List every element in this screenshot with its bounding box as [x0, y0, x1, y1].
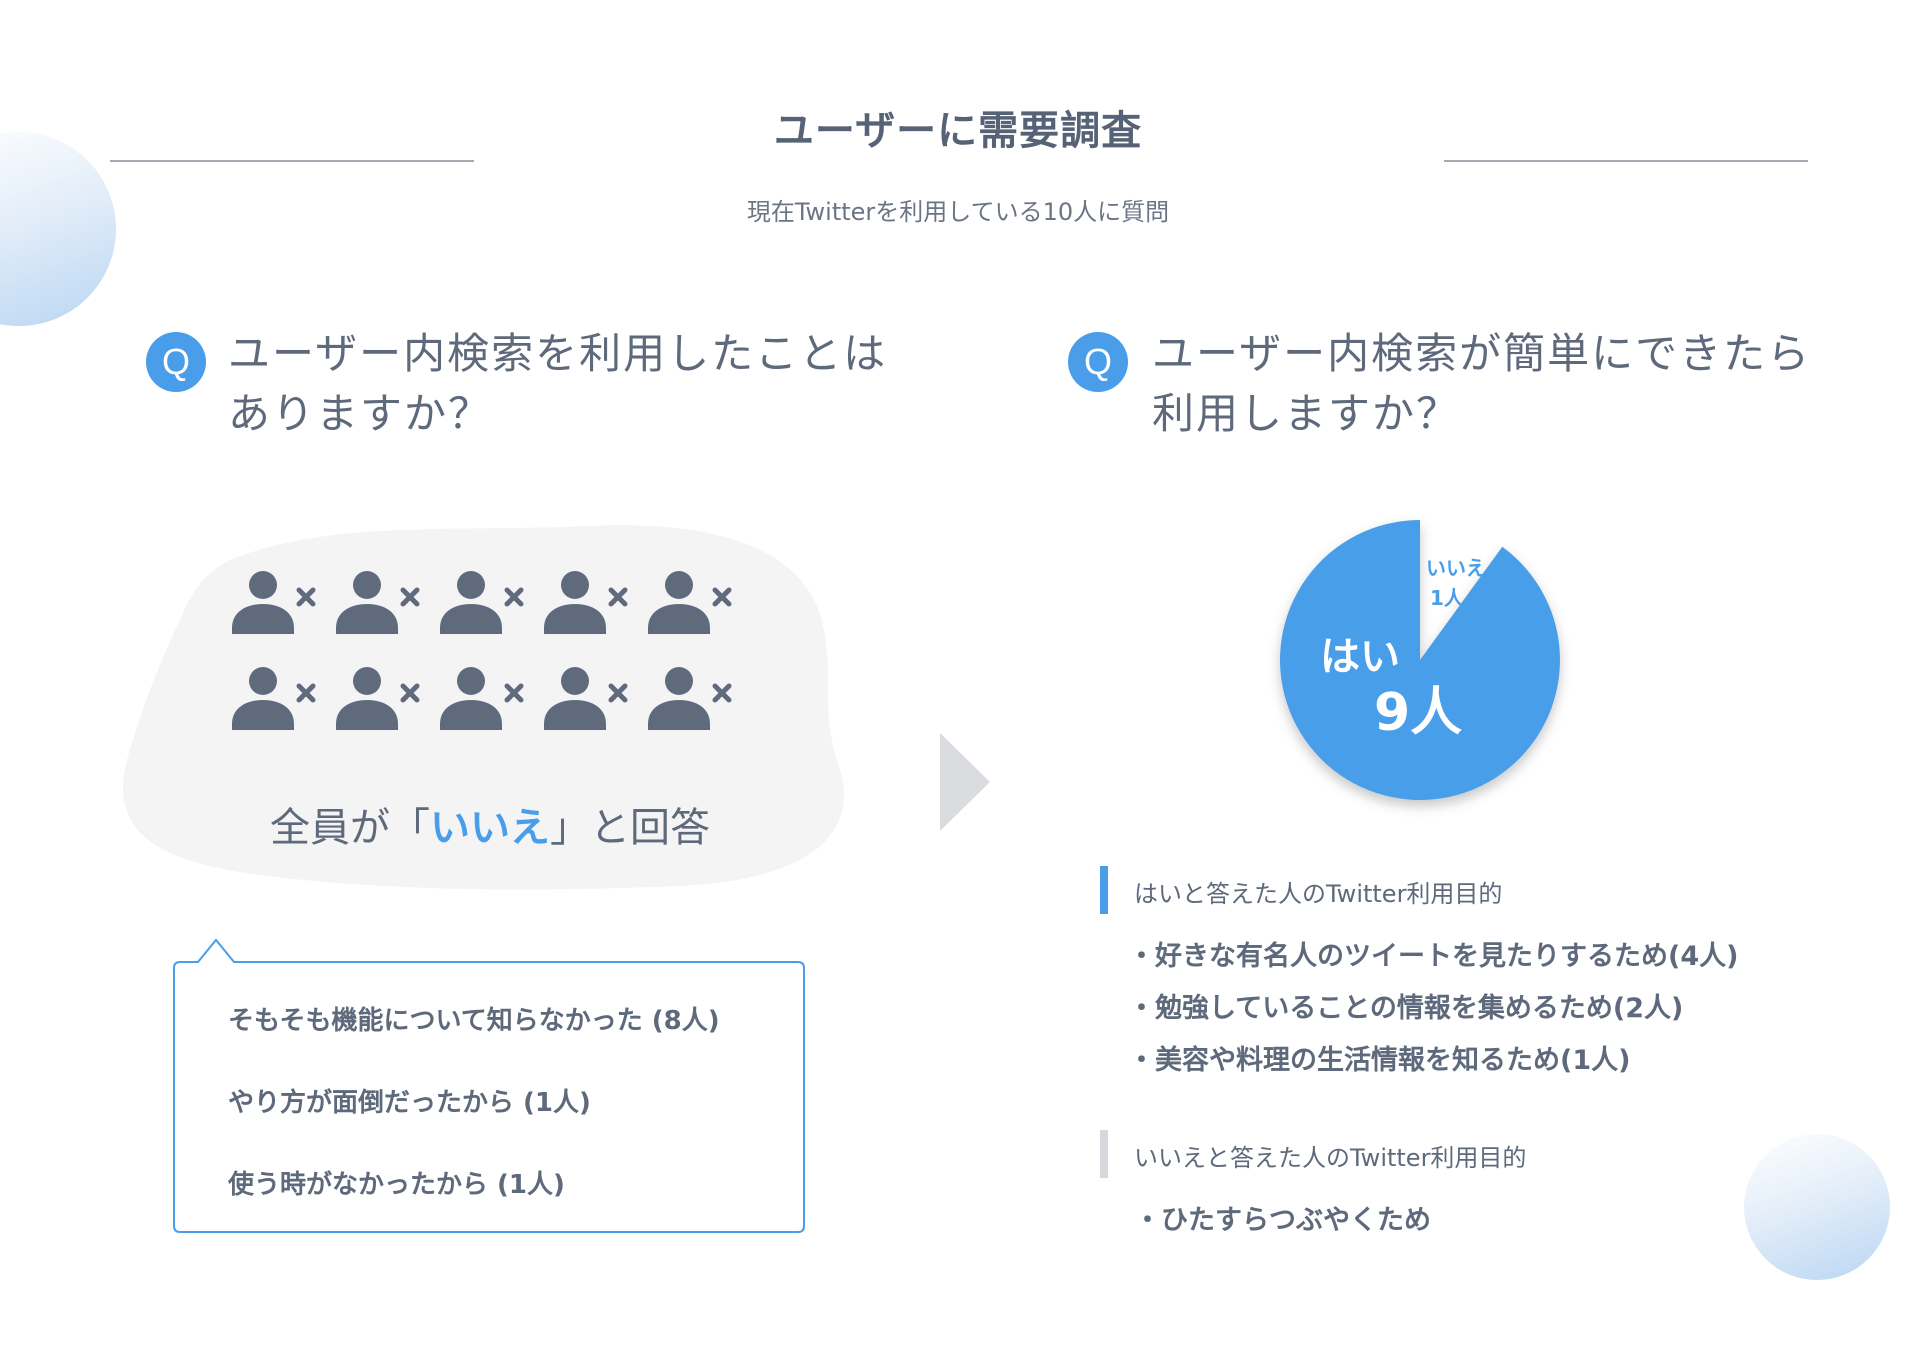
- page-subtitle: 現在Twitterを利用している10人に質問: [746, 198, 1170, 226]
- reason-item: 使う時がなかったから (1人): [228, 1170, 565, 1200]
- person-no-icon: [336, 570, 440, 634]
- pie-count-no: 1人: [1430, 586, 1465, 610]
- yes-purpose-item: ・好きな有名人のツイートを見たりするため(4人): [1128, 941, 1739, 972]
- question-1-badge: Q: [146, 332, 206, 392]
- reason-item: やり方が面倒だったから (1人): [228, 1088, 591, 1118]
- person-no-icon: [648, 570, 752, 634]
- title-rule-left: [110, 160, 474, 162]
- pie-label-no: いいえ: [1426, 556, 1486, 580]
- pie-count-yes: 9人: [1374, 683, 1462, 743]
- title-rule-right: [1444, 160, 1808, 162]
- person-no-icon: [336, 666, 440, 730]
- caption-prefix: 全員が「: [270, 805, 430, 851]
- no-purpose-item: ・ひたすらつぶやくため: [1134, 1205, 1431, 1236]
- question-2-line-2: 利用しますか？: [1152, 389, 1461, 438]
- caption-suffix: 」と回答: [550, 805, 710, 851]
- answer-pie-chart: いいえ 1人 はい 9人: [1279, 520, 1560, 800]
- yes-section-accent-bar: [1100, 866, 1108, 914]
- person-no-icon: [232, 666, 336, 730]
- pie-label-yes: はい: [1320, 634, 1400, 680]
- person-no-icon: [648, 666, 752, 730]
- no-section-accent-bar: [1100, 1130, 1108, 1178]
- blob-caption: 全員が「いいえ」と回答: [120, 795, 860, 853]
- person-no-icon: [232, 570, 336, 634]
- decorative-circle-top-left: [0, 132, 116, 326]
- yes-purpose-item: ・美容や料理の生活情報を知るため(1人): [1128, 1045, 1631, 1076]
- person-no-icon: [440, 570, 544, 634]
- page-title: ユーザーに需要調査: [773, 108, 1143, 154]
- question-1-line-2: ありますか？: [228, 389, 493, 438]
- question-2-line-1: ユーザー内検索が簡単にできたら: [1152, 329, 1812, 378]
- person-no-icon: [544, 666, 648, 730]
- question-2-badge: Q: [1068, 332, 1128, 392]
- person-no-icon: [440, 666, 544, 730]
- reason-item: そもそも機能について知らなかった (8人): [228, 1006, 720, 1036]
- yes-section-title: はいと答えた人のTwitter利用目的: [1134, 880, 1503, 908]
- caption-highlight: いいえ: [430, 805, 550, 851]
- question-1-line-1: ユーザー内検索を利用したことは: [228, 329, 888, 378]
- decorative-circle-bottom-right: [1744, 1134, 1890, 1280]
- yes-purpose-item: ・勉強していることの情報を集めるため(2人): [1128, 993, 1684, 1024]
- person-no-icon: [544, 570, 648, 634]
- chevron-right-icon: [940, 733, 990, 831]
- respondents-grid: [232, 570, 752, 730]
- no-section-title: いいえと答えた人のTwitter利用目的: [1134, 1144, 1527, 1172]
